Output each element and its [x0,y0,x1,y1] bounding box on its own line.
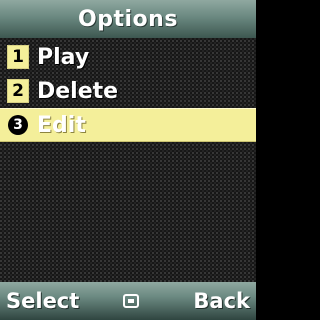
menu-item-edit[interactable]: 3 Edit [0,108,256,142]
menu-item-delete[interactable]: 2 Delete [0,74,256,108]
menu-item-label: Edit [37,112,86,138]
menu-item-label: Delete [37,78,119,104]
number-badge: 3 [8,115,28,135]
ok-square-icon[interactable] [123,294,140,308]
number-badge: 1 [7,45,29,69]
number-badge: 2 [7,79,29,103]
title-bar: Options [0,0,256,38]
select-softkey[interactable]: Select [6,289,79,313]
page-title: Options [78,6,178,32]
softkey-bar: Select Back [0,282,256,320]
ok-dot-icon [128,299,135,303]
options-menu: 1 Play 2 Delete 3 Edit [0,40,256,142]
phone-screen: Options 1 Play 2 Delete 3 Edit Select Ba… [0,0,256,320]
back-softkey[interactable]: Back [193,289,250,313]
menu-item-label: Play [37,44,90,70]
menu-item-play[interactable]: 1 Play [0,40,256,74]
